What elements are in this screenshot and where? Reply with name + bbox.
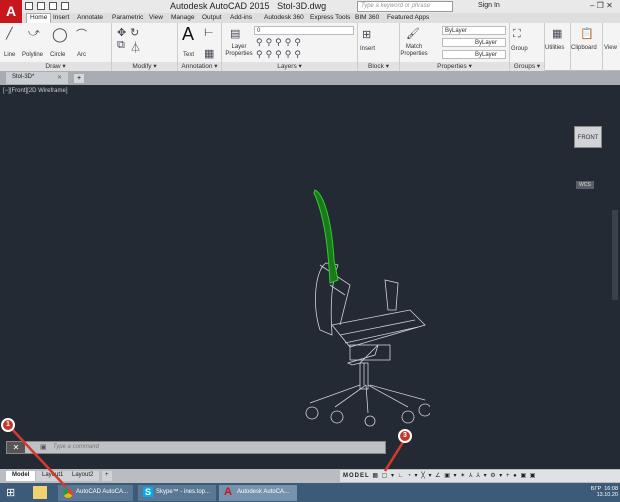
tab-bim-360[interactable]: BIM 360 bbox=[355, 14, 379, 21]
mirror-icon[interactable]: ⏃ bbox=[130, 39, 141, 55]
tab-annotate[interactable]: Annotate bbox=[77, 14, 103, 21]
annotation-panel-title[interactable]: Annotation ▾ bbox=[178, 62, 221, 71]
modify-panel-title[interactable]: Modify ▾ bbox=[112, 62, 177, 71]
circle-button[interactable]: Circle bbox=[50, 52, 65, 58]
table-icon[interactable]: ▦ bbox=[204, 47, 214, 60]
tab-view[interactable]: View bbox=[149, 14, 163, 21]
block-panel-title[interactable]: Block ▾ bbox=[358, 62, 399, 71]
window-title: Autodesk AutoCAD 2015 Stol-3D.dwg bbox=[170, 1, 327, 11]
window-controls[interactable]: – ❐ ✕ bbox=[590, 1, 613, 10]
new-tab-button[interactable]: + bbox=[74, 74, 84, 83]
circle-icon: ◯ bbox=[52, 26, 68, 42]
viewcube[interactable]: FRONT bbox=[574, 126, 602, 148]
layer-tools-icon[interactable]: ⚲⚲⚲⚲⚲ bbox=[256, 37, 304, 48]
rotate-icon[interactable]: ↻ bbox=[130, 26, 139, 39]
tab-parametric[interactable]: Parametric bbox=[112, 14, 143, 21]
line-button[interactable]: Line bbox=[4, 52, 15, 58]
match-properties-button[interactable]: Match Properties bbox=[400, 44, 428, 58]
tab-autodesk-360[interactable]: Autodesk 360 bbox=[264, 14, 304, 21]
annotation-panel: A Text ⊢ ▦ Annotation ▾ bbox=[178, 23, 222, 71]
ribbon: ╱ Line ⤻ Polyline ◯ Circle ⌒ Arc Draw ▾ … bbox=[0, 23, 620, 71]
copy-icon[interactable]: ⧉ bbox=[117, 39, 125, 52]
system-tray[interactable]: БГР 16:08 13.10.20 bbox=[560, 486, 618, 498]
sign-in-button[interactable]: Sign In bbox=[478, 2, 500, 9]
group-icon: ⛶ bbox=[513, 28, 521, 40]
layer-tools-icon-2[interactable]: ⚲⚲⚲⚲⚲ bbox=[256, 49, 304, 60]
chair-model[interactable] bbox=[290, 185, 430, 435]
line-icon: ╱ bbox=[6, 28, 13, 40]
save-icon[interactable] bbox=[49, 2, 57, 10]
text-icon: A bbox=[182, 24, 195, 44]
polyline-button[interactable]: Polyline bbox=[22, 52, 43, 58]
layer-combo[interactable]: 0 bbox=[254, 26, 354, 35]
draw-panel-title[interactable]: Draw ▾ bbox=[0, 62, 111, 71]
color-combo[interactable]: ByLayer bbox=[442, 26, 506, 35]
utilities-button[interactable]: Utilities bbox=[545, 45, 564, 51]
callout-1: 1 bbox=[1, 418, 15, 432]
polyline-icon: ⤻ bbox=[28, 27, 40, 39]
print-icon[interactable] bbox=[61, 2, 69, 10]
viewport-controls[interactable]: [−][Front][2D Wireframe] bbox=[3, 88, 68, 94]
close-tab-icon[interactable]: ✕ bbox=[57, 74, 62, 81]
move-icon[interactable]: ✥ bbox=[117, 26, 126, 39]
insert-icon: ⊞ bbox=[362, 29, 372, 41]
linetype-combo[interactable]: ByLayer bbox=[442, 38, 506, 47]
tab-output[interactable]: Output bbox=[202, 14, 222, 21]
groups-panel: ⛶ Group Groups ▾ bbox=[510, 23, 545, 71]
group-button[interactable]: Group bbox=[511, 46, 528, 52]
new-icon[interactable] bbox=[25, 2, 33, 10]
layer-properties-button[interactable]: Layer Properties bbox=[224, 44, 254, 58]
tab-insert[interactable]: Insert bbox=[53, 14, 69, 21]
layers-panel: ▤ Layer Properties 0 ⚲⚲⚲⚲⚲ ⚲⚲⚲⚲⚲ Layers … bbox=[222, 23, 358, 71]
draw-panel: ╱ Line ⤻ Polyline ◯ Circle ⌒ Arc Draw ▾ bbox=[0, 23, 112, 71]
lineweight-combo[interactable]: ByLayer bbox=[442, 50, 506, 59]
modify-panel: ✥ ↻ ⧉ ⏃ Modify ▾ bbox=[112, 23, 178, 71]
view-button[interactable]: View bbox=[604, 45, 617, 51]
callout-3: 3 bbox=[398, 429, 412, 443]
calculator-icon: ▦ bbox=[552, 28, 563, 40]
application-menu-button[interactable]: A bbox=[0, 0, 22, 24]
layer-properties-icon: ▤ bbox=[230, 28, 241, 40]
chair-wireframe bbox=[305, 262, 430, 427]
file-tab[interactable]: Stol-3D* ✕ bbox=[6, 72, 68, 84]
clipboard-panel: 📋 Clipboard bbox=[571, 23, 603, 71]
file-tabs-bar bbox=[0, 71, 620, 85]
tab-manage[interactable]: Manage bbox=[171, 14, 195, 21]
open-icon[interactable] bbox=[37, 2, 45, 10]
properties-panel: 🖌 Match Properties ByLayer ByLayer ByLay… bbox=[400, 23, 510, 71]
block-panel: ⊞ Insert Block ▾ bbox=[358, 23, 400, 71]
ribbon-tabs: Home Insert Annotate Parametric View Man… bbox=[22, 13, 620, 23]
tab-add-ins[interactable]: Add-ins bbox=[230, 14, 252, 21]
tab-home[interactable]: Home bbox=[26, 13, 52, 23]
wcs-menu[interactable]: WCS bbox=[576, 181, 594, 189]
properties-panel-title[interactable]: Properties ▾ bbox=[400, 62, 509, 71]
insert-button[interactable]: Insert bbox=[360, 46, 375, 52]
arc-icon: ⌒ bbox=[76, 29, 87, 41]
view-panel: View bbox=[603, 23, 620, 71]
navigation-bar[interactable] bbox=[612, 210, 618, 300]
search-input[interactable]: Type a keyword or phrase bbox=[357, 1, 453, 12]
clipboard-button[interactable]: Clipboard bbox=[571, 45, 597, 51]
clipboard-icon: 📋 bbox=[580, 28, 594, 40]
groups-panel-title[interactable]: Groups ▾ bbox=[510, 62, 544, 71]
arrow-3 bbox=[383, 438, 407, 472]
annotation-arrows bbox=[9, 426, 407, 488]
layers-panel-title[interactable]: Layers ▾ bbox=[222, 62, 357, 71]
arc-button[interactable]: Arc bbox=[77, 52, 86, 58]
tab-featured-apps[interactable]: Featured Apps bbox=[387, 14, 429, 21]
dimension-icon[interactable]: ⊢ bbox=[204, 26, 214, 39]
match-properties-icon: 🖌 bbox=[406, 28, 420, 40]
utilities-panel: ▦ Utilities bbox=[545, 23, 571, 71]
tab-express-tools[interactable]: Express Tools bbox=[310, 14, 350, 21]
arrow-1 bbox=[9, 426, 67, 488]
text-button[interactable]: Text bbox=[183, 52, 194, 58]
